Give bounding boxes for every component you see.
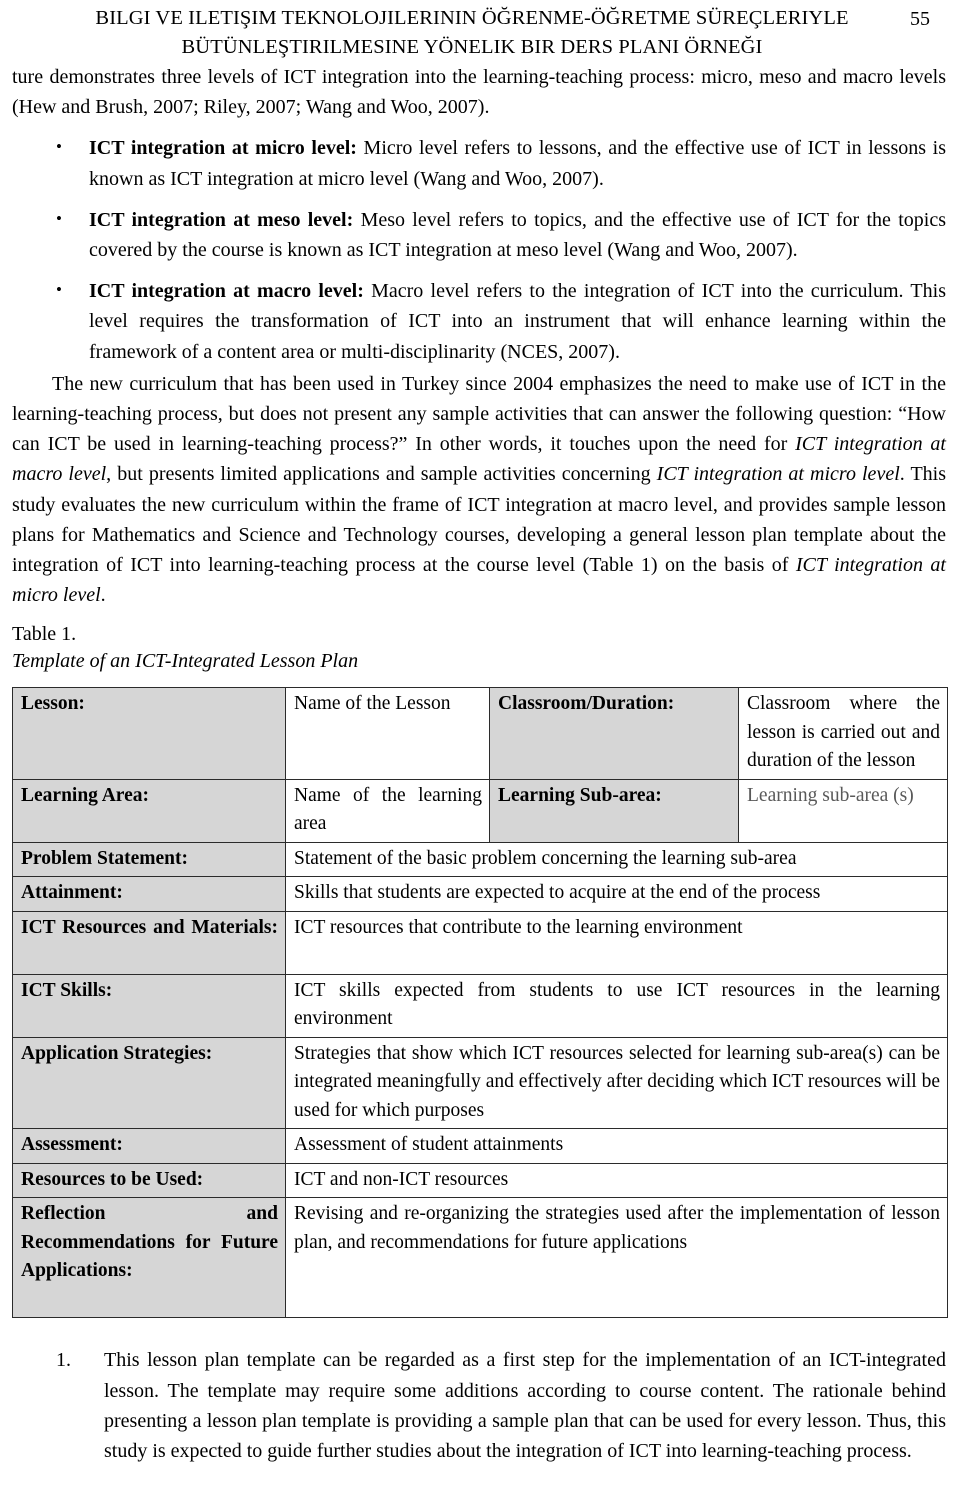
cell-value-reflection-recommendations: Revising and re-organizing the strategie… [285, 1197, 948, 1319]
cell-value-learning-area: Name of the learning area [285, 778, 490, 843]
table-row: Lesson: Name of the Lesson Classroom/Dur… [12, 687, 948, 780]
running-head-line-1: BILGI VE ILETIŞIM TEKNOLOJILERININ ÖĞREN… [95, 7, 849, 29]
table-row: Learning Area: Name of the learning area… [12, 778, 948, 843]
cell-label-assessment: Assessment: [12, 1128, 286, 1164]
document-page: BILGI VE ILETIŞIM TEKNOLOJILERININ ÖĞREN… [0, 0, 960, 1509]
lesson-plan-template-table: Lesson: Name of the Lesson Classroom/Dur… [12, 687, 948, 1319]
table-caption-title: Template of an ICT-Integrated Lesson Pla… [12, 650, 359, 673]
running-head-line-2: BÜTÜNLEŞTIRILMESINE YÖNELIK BIR DERS PLA… [181, 36, 763, 58]
cell-label-classroom-duration: Classroom/Duration: [489, 687, 739, 780]
table-caption-number: Table 1. [12, 623, 77, 646]
bullet-lead-label: ICT integration at macro level: [89, 280, 364, 303]
cell-value-learning-sub-area: Learning sub-area (s) [738, 778, 948, 843]
running-head: BILGI VE ILETIŞIM TEKNOLOJILERININ ÖĞREN… [12, 0, 946, 62]
paragraph-segment-4: . [100, 584, 106, 607]
list-item-text: This lesson plan template can be regarde… [104, 1349, 946, 1463]
paragraph-segment-2: , but presents limited applications and … [106, 463, 657, 486]
table-row: ICT Resources and Materials: ICT resourc… [12, 910, 948, 975]
cell-value-ict-resources-materials: ICT resources that contribute to the lea… [285, 910, 948, 975]
continued-paragraph: ture demonstrates three levels of ICT in… [12, 66, 946, 119]
list-item: ICT integration at micro level: Micro le… [12, 132, 946, 193]
running-head-title: BILGI VE ILETIŞIM TEKNOLOJILERININ ÖĞREN… [12, 4, 946, 62]
cell-value-ict-skills: ICT skills expected from students to use… [285, 973, 948, 1038]
cell-value-attainment: Skills that students are expected to acq… [285, 876, 948, 912]
bullet-lead-label: ICT integration at micro level: [89, 137, 357, 160]
cell-label-learning-sub-area: Learning Sub-area: [489, 778, 739, 843]
cell-value-assessment: Assessment of student attainments [285, 1128, 948, 1164]
list-item: ICT integration at meso level: Meso leve… [12, 204, 946, 265]
cell-label-attainment: Attainment: [12, 876, 286, 912]
ict-levels-list: ICT integration at micro level: Micro le… [12, 132, 946, 367]
cell-label-problem-statement: Problem Statement: [12, 841, 286, 878]
cell-value-lesson-name: Name of the Lesson [285, 687, 490, 780]
list-item: 1. This lesson plan template can be regar… [12, 1345, 946, 1466]
cell-value-classroom-duration: Classroom where the lesson is carried ou… [738, 687, 948, 780]
cell-label-resources-to-be-used: Resources to be Used: [12, 1162, 286, 1199]
table-row: ICT Skills: ICT skills expected from stu… [12, 973, 948, 1038]
bullet-lead-label: ICT integration at meso level: [89, 208, 354, 231]
cell-label-application-strategies: Application Strategies: [12, 1036, 286, 1130]
table-row: Application Strategies: Strategies that … [12, 1036, 948, 1130]
cell-label-learning-area: Learning Area: [12, 778, 286, 843]
list-item-number: 1. [56, 1349, 71, 1372]
cell-label-ict-skills: ICT Skills: [12, 973, 286, 1038]
curriculum-paragraph: The new curriculum that has been used in… [12, 369, 946, 611]
table-row: Attainment: Skills that students are exp… [12, 876, 948, 912]
page-number: 55 [910, 8, 930, 30]
cell-value-resources-to-be-used: ICT and non-ICT resources [285, 1162, 948, 1199]
cell-value-application-strategies: Strategies that show which ICT resources… [285, 1036, 948, 1130]
table-row: Assessment: Assessment of student attain… [12, 1128, 948, 1164]
conclusion-numbered-list: 1. This lesson plan template can be regar… [12, 1345, 946, 1466]
cell-label-ict-resources-materials: ICT Resources and Materials: [12, 910, 286, 975]
list-item: ICT integration at macro level: Macro le… [12, 275, 946, 367]
table-row: Resources to be Used: ICT and non-ICT re… [12, 1162, 948, 1199]
cell-value-problem-statement: Statement of the basic problem concernin… [285, 841, 948, 878]
table-row: Problem Statement: Statement of the basi… [12, 841, 948, 878]
table-row: Reflection and Recommendations for Futur… [12, 1197, 948, 1319]
cell-label-reflection-recommendations: Reflection and Recommendations for Futur… [12, 1197, 286, 1319]
cell-label-lesson: Lesson: [12, 687, 286, 780]
paragraph-italic-micro-level-a: ICT integration at micro level [656, 463, 900, 486]
